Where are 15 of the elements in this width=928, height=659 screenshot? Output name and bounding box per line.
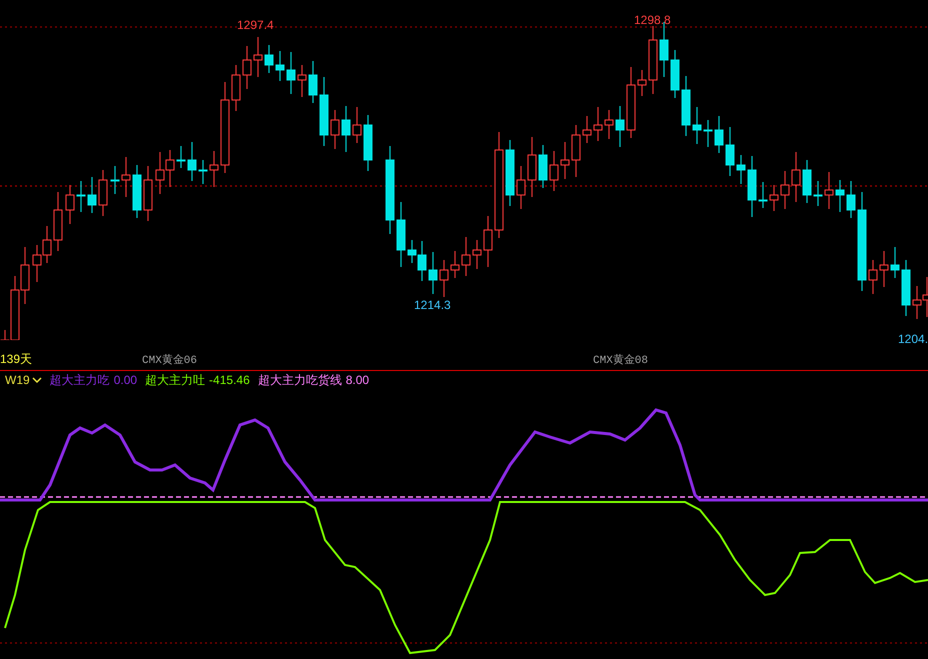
- price-extreme-label: 1298.8: [634, 14, 671, 26]
- price-extreme-label: 1204.: [898, 333, 928, 345]
- series-label: 超大主力吐: [145, 372, 206, 388]
- series-value: 8.00: [346, 372, 370, 388]
- indicator-name: W19: [5, 372, 30, 388]
- period-label: 139天: [0, 353, 32, 365]
- series-value: 0.00: [114, 372, 138, 388]
- contract-label: CMX黄金08: [593, 356, 648, 367]
- series-value: -415.46: [209, 372, 250, 388]
- price-extreme-label: 1297.4: [237, 19, 274, 31]
- chevron-down-icon[interactable]: [32, 376, 42, 384]
- series-label: 超大主力吃货线: [258, 372, 342, 388]
- contract-label: CMX黄金06: [142, 356, 198, 367]
- price-extreme-label: 1214.3: [414, 299, 451, 311]
- series-label: 超大主力吃: [50, 372, 110, 388]
